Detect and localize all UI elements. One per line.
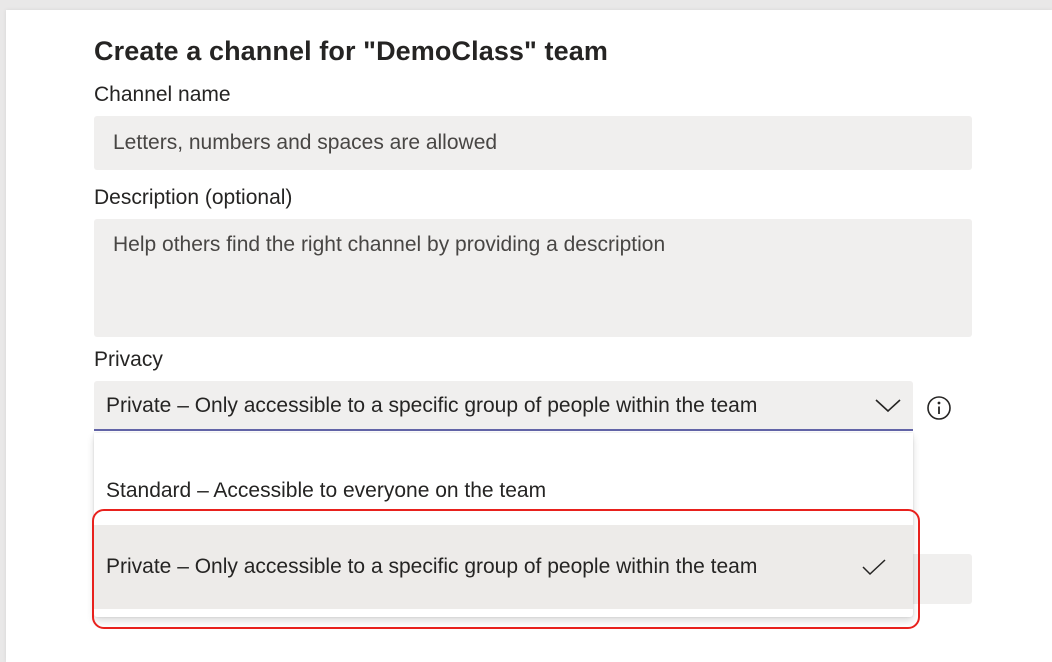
highlight-annotation-box	[92, 509, 920, 629]
dialog-title: Create a channel for "DemoClass" team	[94, 36, 608, 66]
info-icon[interactable]	[926, 395, 952, 421]
create-channel-dialog: Create a channel for "DemoClass" team Ch…	[6, 10, 1052, 662]
channel-name-input[interactable]: Letters, numbers and spaces are allowed	[94, 116, 972, 170]
privacy-label: Privacy	[94, 348, 163, 371]
chevron-down-icon[interactable]	[873, 395, 903, 415]
description-input[interactable]: Help others find the right channel by pr…	[94, 219, 972, 337]
privacy-select[interactable]: Private – Only accessible to a specific …	[94, 381, 913, 431]
privacy-selected-value: Private – Only accessible to a specific …	[106, 394, 758, 417]
description-label: Description (optional)	[94, 186, 293, 209]
privacy-option-standard[interactable]: Standard – Accessible to everyone on the…	[94, 469, 913, 513]
channel-name-label: Channel name	[94, 83, 231, 106]
privacy-option-label: Standard – Accessible to everyone on the…	[106, 479, 547, 502]
